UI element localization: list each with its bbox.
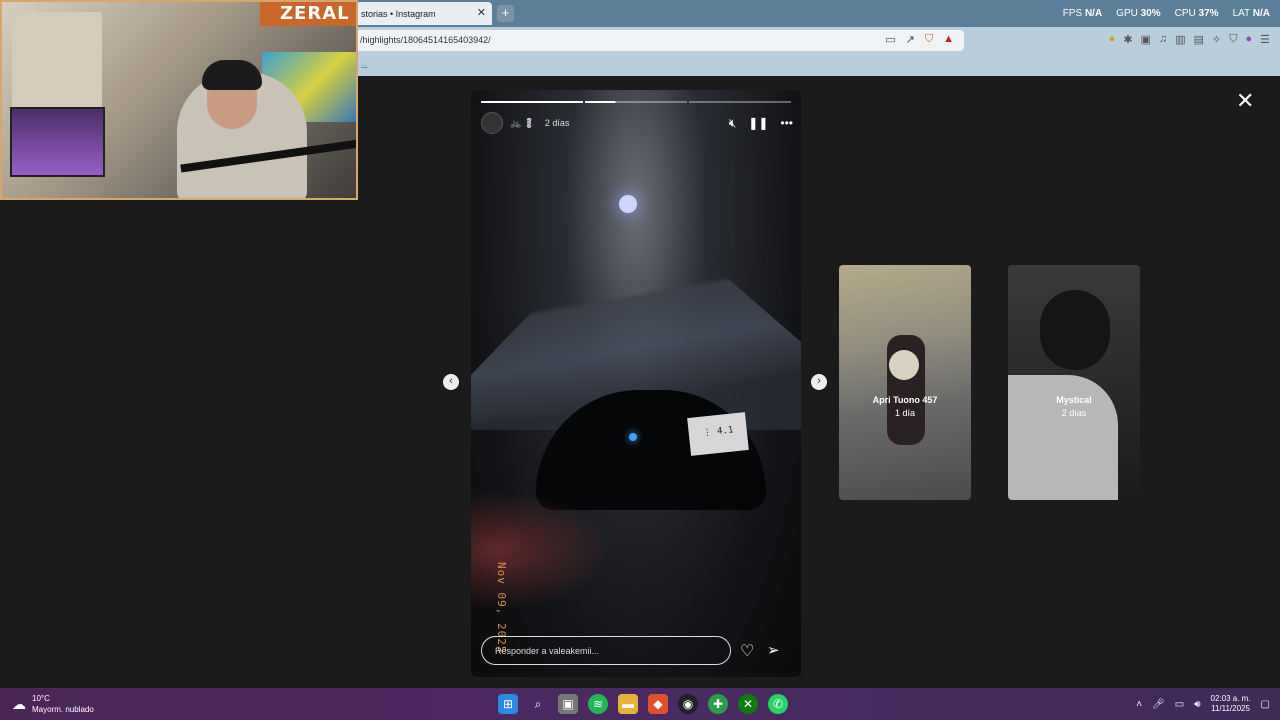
menu-icon[interactable]: ☰	[1260, 33, 1270, 46]
share-icon[interactable]: ↗	[906, 33, 915, 46]
bookmark-link[interactable]: ...	[361, 59, 368, 68]
story-controls: 🔇︎ ❚❚ •••	[729, 116, 793, 131]
progress-segment	[585, 101, 687, 103]
weather-condition: Mayorm. nublado	[32, 705, 94, 714]
chevron-left-icon[interactable]: ‹	[443, 374, 459, 390]
speedometer-display: ⋮ 4.1	[687, 412, 749, 456]
brave-rewards-icon[interactable]: ▲	[943, 33, 954, 46]
story-header: 🚲 💈 2 días 🔇︎ ❚❚ •••	[481, 112, 793, 134]
screenshot-icon[interactable]: ▣	[1141, 33, 1151, 46]
story-time: 2 días	[544, 118, 570, 128]
helmet-image	[1040, 290, 1110, 370]
cpu-stat: CPU 37%	[1174, 8, 1219, 19]
streamer-logo: ZERAL	[260, 2, 356, 26]
address-bar[interactable]: /highlights/18064514165403942/ ▭ ↗ ⛉ ▲	[352, 30, 964, 51]
tab-title: storias • Instagram	[361, 8, 436, 19]
weather-widget[interactable]: ☁ 10°C Mayorm. nublado	[12, 693, 94, 715]
leo-icon[interactable]: ✧	[1212, 33, 1221, 46]
light-leak	[471, 490, 611, 610]
lat-stat: LAT N/A	[1232, 8, 1270, 19]
network-icon[interactable]: ▭	[1175, 699, 1184, 710]
fps-stat: FPS N/A	[1062, 8, 1103, 19]
rider-image	[889, 350, 919, 380]
webcam-overlay: ZERAL	[0, 0, 358, 200]
clock-time: 02:03 a. m.	[1210, 694, 1251, 703]
arm-image	[1008, 375, 1118, 500]
task-view-icon[interactable]: ▣	[558, 694, 578, 714]
cloud-icon: ☁	[12, 695, 26, 712]
obs-icon[interactable]: ◉	[678, 694, 698, 714]
tab-close-icon[interactable]: ✕	[477, 6, 486, 19]
more-icon[interactable]: •••	[780, 116, 793, 131]
taskbar: ☁ 10°C Mayorm. nublado ⊞ ⌕ ▣ ≋ ▬ ◆ ◉ ✚ ✕…	[0, 688, 1280, 720]
heart-icon[interactable]: ♡	[740, 641, 754, 661]
new-tab-button[interactable]: +	[497, 5, 514, 22]
send-icon[interactable]: ➢	[767, 641, 780, 659]
avatar[interactable]	[481, 112, 503, 134]
extension-icon[interactable]: ●	[1109, 33, 1116, 46]
reply-input[interactable]: Responder a valeakemii...	[481, 636, 731, 665]
extension-icons: ● ✱ ▣ ♫ ▥ ▤ ✧ ⛉ ● ☰	[1109, 33, 1270, 46]
profile-icon[interactable]: ●	[1245, 33, 1252, 46]
close-icon[interactable]: ✕	[1236, 90, 1254, 112]
preview-title: Apri Tuono 457	[872, 395, 938, 405]
app-icon[interactable]: ✚	[708, 694, 728, 714]
cast-icon[interactable]: ▭	[885, 33, 895, 46]
xbox-icon[interactable]: ✕	[738, 694, 758, 714]
gpu-stat: GPU 30%	[1116, 8, 1161, 19]
folder-icon[interactable]: ▬	[618, 694, 638, 714]
story-progress	[481, 101, 791, 103]
streamer-hair	[202, 60, 262, 90]
preview-time: 2 días	[1061, 408, 1087, 418]
puzzle-icon[interactable]: ✱	[1123, 33, 1132, 46]
muted-speaker-icon[interactable]: 🔇︎	[729, 116, 737, 131]
spotify-icon[interactable]: ≋	[588, 694, 608, 714]
clock[interactable]: 02:03 a. m. 11/11/2025	[1211, 694, 1251, 714]
volume-icon[interactable]: 🔊︎	[1194, 699, 1200, 710]
username-emojis[interactable]: 🚲 💈	[510, 118, 535, 129]
temperature: 10°C	[32, 694, 50, 703]
performance-overlay: FPS N/A GPU 30% CPU 37% LAT N/A	[1063, 8, 1270, 19]
brave-icon[interactable]: ◆	[648, 694, 668, 714]
address-bar-actions: ▭ ↗ ⛉ ▲	[885, 33, 954, 46]
url-text: /highlights/18064514165403942/	[360, 35, 491, 45]
story-preview[interactable]: Mystical 2 días	[1008, 265, 1140, 500]
chevron-up-icon[interactable]: ˄	[1136, 699, 1142, 710]
sidebar-icon[interactable]: ▥	[1175, 33, 1185, 46]
whatsapp-icon[interactable]: ✆	[768, 694, 788, 714]
music-icon[interactable]: ♫	[1159, 33, 1167, 46]
reply-placeholder: Responder a valeakemii...	[495, 646, 600, 656]
preview-time: 1 día	[894, 408, 916, 418]
wallet-icon[interactable]: ▤	[1194, 33, 1204, 46]
start-icon[interactable]: ⊞	[498, 694, 518, 714]
clock-date: 11/11/2025	[1211, 704, 1250, 713]
taskbar-apps: ⊞ ⌕ ▣ ≋ ▬ ◆ ◉ ✚ ✕ ✆	[498, 694, 788, 714]
vpn-icon[interactable]: ⛉	[1229, 33, 1237, 46]
pause-icon[interactable]: ❚❚	[748, 116, 768, 131]
progress-segment	[481, 101, 583, 103]
brave-shield-icon[interactable]: ⛉	[925, 33, 933, 46]
indicator-light	[629, 433, 637, 441]
monitor	[10, 107, 105, 177]
progress-segment	[689, 101, 791, 103]
weather-text: 10°C Mayorm. nublado	[32, 693, 94, 715]
microphone-icon[interactable]: 🎤︎	[1152, 699, 1165, 710]
chevron-right-icon[interactable]: ›	[811, 374, 827, 390]
notification-icon[interactable]: ▢	[1261, 699, 1270, 710]
search-icon[interactable]: ⌕	[528, 694, 548, 714]
tab-instagram[interactable]: storias • Instagram ✕	[356, 2, 492, 25]
screen: storias • Instagram ✕ + FPS N/A GPU 30% …	[0, 0, 1280, 720]
preview-title: Mystical	[1056, 395, 1092, 405]
system-tray: ˄ 🎤︎ ▭ 🔊︎ 02:03 a. m. 11/11/2025 ▢	[1136, 694, 1270, 714]
story-media[interactable]: ⋮ 4.1 🚲 💈 2 días 🔇︎ ❚❚ ••• Nov 09, 2025	[471, 90, 801, 677]
story-preview[interactable]: Apri Tuono 457 1 día	[839, 265, 971, 500]
